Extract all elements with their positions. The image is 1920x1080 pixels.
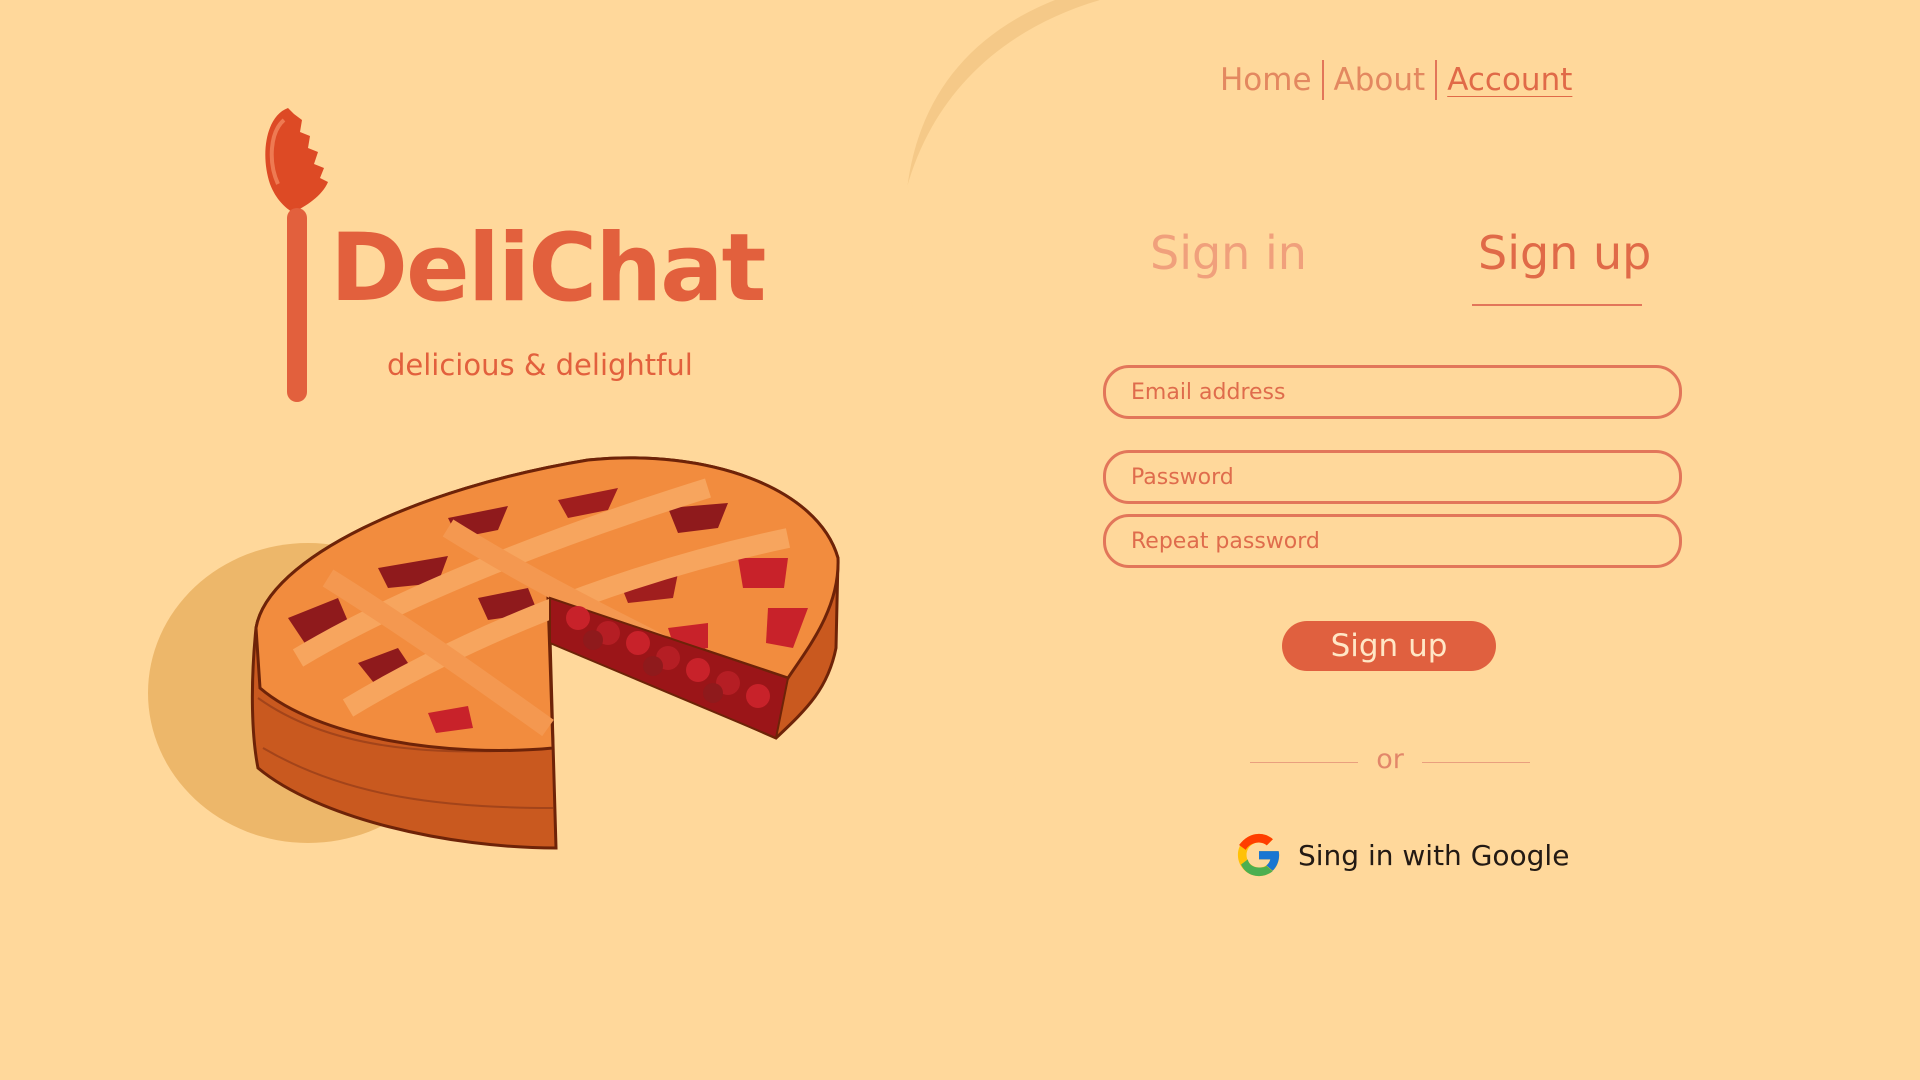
repeat-password-field[interactable] bbox=[1103, 514, 1682, 568]
password-field[interactable] bbox=[1103, 450, 1682, 504]
or-text: or bbox=[1376, 744, 1404, 775]
email-field[interactable] bbox=[1103, 365, 1682, 419]
brand-tagline: delicious & delightful bbox=[387, 348, 693, 382]
top-nav: Home About Account bbox=[1210, 58, 1582, 102]
google-sign-in-label: Sing in with Google bbox=[1298, 838, 1570, 872]
nav-home-link[interactable]: Home bbox=[1210, 58, 1322, 102]
pie-illustration bbox=[148, 456, 840, 850]
or-divider: or bbox=[1250, 742, 1530, 782]
google-sign-in-button[interactable]: Sing in with Google bbox=[1236, 832, 1569, 878]
tab-sign-up[interactable]: Sign up bbox=[1478, 226, 1651, 280]
nav-account-link[interactable]: Account bbox=[1437, 58, 1582, 102]
active-tab-indicator bbox=[1472, 304, 1642, 306]
sign-up-button[interactable]: Sign up bbox=[1282, 621, 1496, 671]
nav-about-link[interactable]: About bbox=[1324, 58, 1436, 102]
divider-line bbox=[1422, 762, 1530, 763]
brand-logo: DeliChat delicious & delightful bbox=[262, 104, 766, 404]
google-icon bbox=[1237, 833, 1280, 877]
tab-sign-in[interactable]: Sign in bbox=[1150, 226, 1307, 280]
signup-page: Home About Account DeliChat delicious & … bbox=[0, 0, 1920, 1080]
brand-name: DeliChat bbox=[330, 214, 766, 323]
